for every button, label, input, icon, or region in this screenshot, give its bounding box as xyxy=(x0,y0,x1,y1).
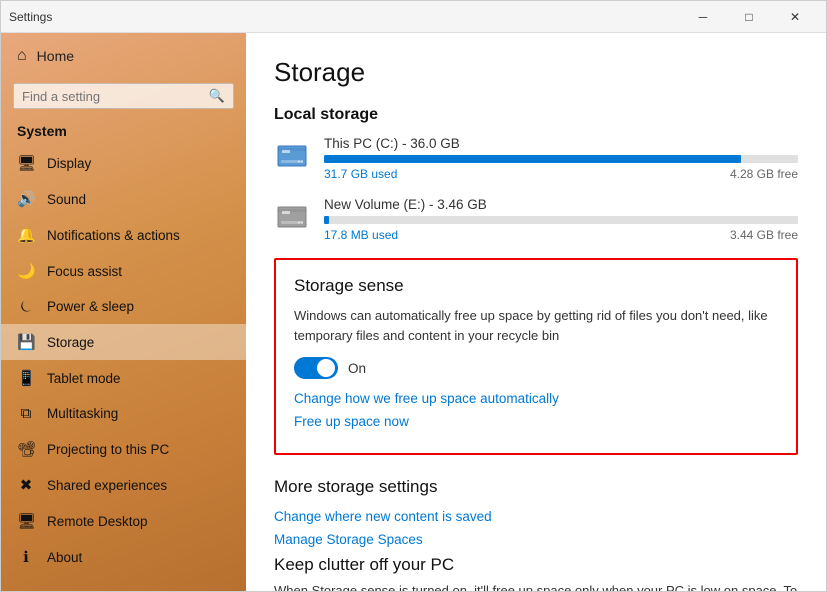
storage-sense-description: Windows can automatically free up space … xyxy=(294,306,778,345)
sidebar-item-multitasking[interactable]: ⧉ Multitasking xyxy=(1,396,246,431)
toggle-knob xyxy=(317,359,335,377)
keep-clutter-title: Keep clutter off your PC xyxy=(274,555,798,575)
drive-e-free: 3.44 GB free xyxy=(730,228,798,242)
drive-c-free: 4.28 GB free xyxy=(730,167,798,181)
sidebar-item-notifications-label: Notifications & actions xyxy=(47,228,180,243)
drive-e-name: New Volume (E:) - 3.46 GB xyxy=(324,197,798,212)
page-title: Storage xyxy=(274,57,798,88)
drive-c-bar-fill xyxy=(324,155,741,163)
shared-experiences-icon: ✖ xyxy=(17,476,35,494)
maximize-button[interactable]: □ xyxy=(726,1,772,33)
storage-icon: 💾 xyxy=(17,333,35,351)
sidebar-item-focus-assist[interactable]: 🌙 Focus assist xyxy=(1,253,246,289)
window-content: ⌂ Home 🔍 System 🖥 Display 🔊 Sound 🔔 Noti xyxy=(1,33,826,591)
sidebar-item-notifications[interactable]: 🔔 Notifications & actions xyxy=(1,217,246,253)
sidebar-item-projecting[interactable]: 📽 Projecting to this PC xyxy=(1,431,246,467)
window-controls: ─ □ ✕ xyxy=(680,1,818,33)
sidebar-item-tablet-mode[interactable]: 📱 Tablet mode xyxy=(1,360,246,396)
sidebar-item-display[interactable]: 🖥 Display xyxy=(1,145,246,181)
free-up-space-link[interactable]: Free up space now xyxy=(294,414,778,429)
window-title: Settings xyxy=(9,10,52,24)
drive-e-info: New Volume (E:) - 3.46 GB 17.8 MB used 3… xyxy=(324,197,798,242)
local-storage-title: Local storage xyxy=(274,106,798,124)
multitasking-icon: ⧉ xyxy=(17,405,35,422)
system-section-label: System xyxy=(1,119,246,145)
storage-sense-toggle[interactable] xyxy=(294,357,338,379)
toggle-label: On xyxy=(348,361,366,376)
drive-e-used: 17.8 MB used xyxy=(324,228,398,242)
sidebar-item-shared-experiences[interactable]: ✖ Shared experiences xyxy=(1,467,246,503)
sidebar-item-focus-assist-label: Focus assist xyxy=(47,264,122,279)
storage-sense-box: Storage sense Windows can automatically … xyxy=(274,258,798,455)
drive-e-bar-fill xyxy=(324,216,329,224)
sidebar-item-display-label: Display xyxy=(47,156,91,171)
home-label: Home xyxy=(37,48,74,64)
toggle-row: On xyxy=(294,357,778,379)
main-content: Storage Local storage This PC (C:) xyxy=(246,33,826,591)
sidebar: ⌂ Home 🔍 System 🖥 Display 🔊 Sound 🔔 Noti xyxy=(1,33,246,591)
close-button[interactable]: ✕ xyxy=(772,1,818,33)
sidebar-item-storage[interactable]: 💾 Storage xyxy=(1,324,246,360)
drive-e-icon xyxy=(274,199,310,235)
drive-c-name: This PC (C:) - 36.0 GB xyxy=(324,136,798,151)
about-icon: ℹ xyxy=(17,548,35,566)
drive-c-details: 31.7 GB used 4.28 GB free xyxy=(324,167,798,181)
drive-c-bar xyxy=(324,155,798,163)
sidebar-item-sound-label: Sound xyxy=(47,192,86,207)
drive-e-item: New Volume (E:) - 3.46 GB 17.8 MB used 3… xyxy=(274,197,798,242)
sidebar-item-about[interactable]: ℹ About xyxy=(1,539,246,575)
change-new-content-link[interactable]: Change where new content is saved xyxy=(274,509,798,524)
sidebar-item-multitasking-label: Multitasking xyxy=(47,406,118,421)
notifications-icon: 🔔 xyxy=(17,226,35,244)
titlebar: Settings ─ □ ✕ xyxy=(1,1,826,33)
sidebar-item-remote-desktop[interactable]: 🖥 Remote Desktop xyxy=(1,503,246,539)
sidebar-item-shared-experiences-label: Shared experiences xyxy=(47,478,167,493)
drive-c-icon xyxy=(274,138,310,174)
storage-sense-title: Storage sense xyxy=(294,276,778,296)
sidebar-item-power-sleep[interactable]: ⏾ Power & sleep xyxy=(1,289,246,324)
sound-icon: 🔊 xyxy=(17,190,35,208)
keep-clutter-description: When Storage sense is turned on, it'll f… xyxy=(274,581,798,591)
search-input[interactable] xyxy=(22,89,209,104)
search-box[interactable]: 🔍 xyxy=(13,83,234,109)
search-icon: 🔍 xyxy=(209,88,225,104)
sidebar-item-tablet-mode-label: Tablet mode xyxy=(47,371,121,386)
change-free-space-link[interactable]: Change how we free up space automaticall… xyxy=(294,391,778,406)
sidebar-item-remote-desktop-label: Remote Desktop xyxy=(47,514,148,529)
sidebar-item-storage-label: Storage xyxy=(47,335,94,350)
projecting-icon: 📽 xyxy=(17,440,35,458)
drive-c-item: This PC (C:) - 36.0 GB 31.7 GB used 4.28… xyxy=(274,136,798,181)
manage-storage-spaces-link[interactable]: Manage Storage Spaces xyxy=(274,532,798,547)
home-icon: ⌂ xyxy=(17,47,27,65)
settings-window: Settings ─ □ ✕ ⌂ Home 🔍 System 🖥 Di xyxy=(0,0,827,592)
display-icon: 🖥 xyxy=(17,154,35,172)
drive-c-used: 31.7 GB used xyxy=(324,167,397,181)
drive-e-bar xyxy=(324,216,798,224)
sidebar-item-home[interactable]: ⌂ Home xyxy=(1,33,246,79)
drive-e-details: 17.8 MB used 3.44 GB free xyxy=(324,228,798,242)
remote-desktop-icon: 🖥 xyxy=(17,512,35,530)
power-sleep-icon: ⏾ xyxy=(17,298,35,315)
sidebar-item-sound[interactable]: 🔊 Sound xyxy=(1,181,246,217)
focus-assist-icon: 🌙 xyxy=(17,262,35,280)
drive-c-info: This PC (C:) - 36.0 GB 31.7 GB used 4.28… xyxy=(324,136,798,181)
sidebar-item-projecting-label: Projecting to this PC xyxy=(47,442,169,457)
tablet-mode-icon: 📱 xyxy=(17,369,35,387)
minimize-button[interactable]: ─ xyxy=(680,1,726,33)
more-settings-title: More storage settings xyxy=(274,477,798,497)
sidebar-item-power-sleep-label: Power & sleep xyxy=(47,299,134,314)
sidebar-item-about-label: About xyxy=(47,550,82,565)
